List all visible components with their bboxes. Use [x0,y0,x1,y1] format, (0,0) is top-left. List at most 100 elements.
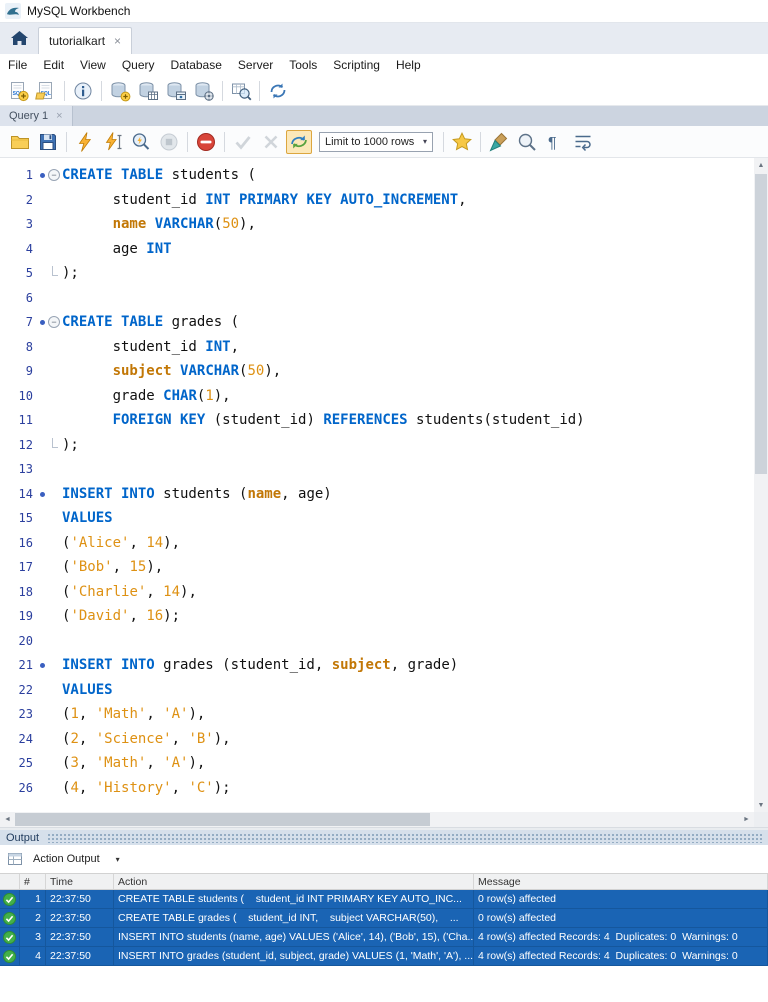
query-tab-close-icon[interactable]: × [56,110,62,122]
output-row[interactable]: 1 22:37:50 CREATE TABLE students ( student… [0,890,768,909]
code-line[interactable]: 12); [0,433,768,458]
menu-item-help[interactable]: Help [388,54,429,76]
code-line[interactable]: 2 student_id INT PRIMARY KEY AUTO_INCREM… [0,188,768,213]
code-line-text: age INT [62,240,172,257]
explain-button[interactable] [128,130,154,154]
stop-button[interactable] [156,130,182,154]
gutter-marker [36,384,62,409]
fold-collapse-icon[interactable]: − [48,316,60,328]
tab-label: tutorialkart [49,34,106,48]
chevron-down-icon: ▾ [422,137,427,146]
code-line[interactable]: 18 ('Charlie', 14), [0,580,768,605]
gutter-marker [36,531,62,556]
execute-current-button[interactable] [100,130,126,154]
code-line[interactable]: 17 ('Bob', 15), [0,555,768,580]
tab-close-icon[interactable]: × [114,34,121,48]
create-view-button[interactable] [162,78,190,104]
fold-collapse-icon[interactable]: − [48,169,60,181]
code-line[interactable]: 16 ('Alice', 14), [0,531,768,556]
limit-rows-dropdown[interactable]: Limit to 1000 rows ▾ [319,131,433,152]
new-query-tab-button[interactable]: SQL [4,78,32,104]
output-view-selector[interactable]: Action Output ▾ [29,851,124,867]
row-number-cell: 1 [20,890,46,908]
code-line-text: VALUES [62,510,113,527]
code-line[interactable]: 1 − CREATE TABLE students ( [0,163,768,188]
menu-item-server[interactable]: Server [230,54,281,76]
save-snippet-button[interactable] [449,130,475,154]
code-line[interactable]: 10 grade CHAR(1), [0,384,768,409]
rollback-button[interactable] [258,130,284,154]
code-line[interactable]: 25 (3, 'Math', 'A'), [0,751,768,776]
menu-item-database[interactable]: Database [163,54,230,76]
code-line[interactable]: 13 [0,457,768,482]
code-line-text: (4, 'History', 'C'); [62,779,231,796]
scroll-left-icon[interactable]: ◄ [0,812,15,827]
output-row[interactable]: 3 22:37:50 INSERT INTO students (name, age… [0,928,768,947]
open-script-button[interactable] [7,130,33,154]
create-table-button[interactable] [134,78,162,104]
inspector-button[interactable] [69,78,97,104]
search-table-data-button[interactable] [227,78,255,104]
menu-item-query[interactable]: Query [114,54,163,76]
output-row[interactable]: 2 22:37:50 CREATE TABLE grades ( student_i… [0,909,768,928]
sql-editor[interactable]: 1− CREATE TABLE students (2 student_id IN… [0,158,768,812]
menu-item-scripting[interactable]: Scripting [325,54,388,76]
horizontal-scroll-track[interactable] [15,812,739,827]
code-line[interactable]: 19 ('David', 16); [0,604,768,629]
row-action-cell: CREATE TABLE students ( student_id INT P… [114,890,474,908]
toggle-autocommit-button[interactable] [286,129,312,154]
code-line[interactable]: 6 [0,286,768,311]
code-line[interactable]: 5); [0,261,768,286]
save-script-button[interactable] [35,130,61,154]
code-line[interactable]: 23 (1, 'Math', 'A'), [0,702,768,727]
code-line[interactable]: 3 name VARCHAR(50), [0,212,768,237]
beautify-button[interactable] [486,130,512,154]
vertical-scroll-track[interactable] [754,172,768,798]
find-button[interactable] [514,130,540,154]
scroll-up-icon[interactable]: ▲ [754,158,768,172]
code-line[interactable]: 9 subject VARCHAR(50), [0,359,768,384]
menu-item-edit[interactable]: Edit [35,54,72,76]
code-line[interactable]: 15 VALUES [0,506,768,531]
create-routine-button[interactable] [190,78,218,104]
code-line[interactable]: 11 FOREIGN KEY (student_id) REFERENCES s… [0,408,768,433]
output-row[interactable]: 4 22:37:50 INSERT INTO grades (student_id,… [0,947,768,966]
menu-item-file[interactable]: File [0,54,35,76]
inspector-icon [72,80,94,102]
row-action-cell: INSERT INTO students (name, age) VALUES … [114,928,474,946]
tab-tutorialkart[interactable]: tutorialkart × [38,27,133,54]
code-line[interactable]: 8 student_id INT, [0,335,768,360]
invisible-chars-button[interactable]: ¶ [542,130,568,154]
create-schema-button[interactable] [106,78,134,104]
toggle-stop-on-error-button[interactable] [193,130,219,154]
code-line[interactable]: 7 − CREATE TABLE grades ( [0,310,768,335]
menu-item-tools[interactable]: Tools [281,54,325,76]
open-sql-script-button[interactable]: SQL [32,78,60,104]
code-line[interactable]: 21 INSERT INTO grades (student_id, subjec… [0,653,768,678]
horizontal-scroll-thumb[interactable] [15,813,430,826]
code-line[interactable]: 24 (2, 'Science', 'B'), [0,727,768,752]
code-line[interactable]: 20 [0,629,768,654]
execute-button[interactable] [72,130,98,154]
row-action-cell: CREATE TABLE grades ( student_id INT, su… [114,909,474,927]
commit-button[interactable] [230,130,256,154]
tab-query-1[interactable]: Query 1 × [0,106,73,126]
editor-vertical-scrollbar[interactable]: ▲ ▼ [754,158,768,812]
scroll-right-icon[interactable]: ► [739,812,754,827]
scrollbar-corner [754,812,768,827]
code-area[interactable]: 1− CREATE TABLE students (2 student_id IN… [0,158,768,800]
code-line[interactable]: 4 age INT [0,237,768,262]
editor-horizontal-scrollbar[interactable]: ◄ ► [0,812,768,827]
line-number: 13 [18,462,33,477]
reconnect-dbms-button[interactable] [264,78,292,104]
code-line[interactable]: 14 INSERT INTO students (name, age) [0,482,768,507]
code-line-text: subject VARCHAR(50), [112,363,282,380]
home-tab-button[interactable] [0,23,38,54]
scroll-down-icon[interactable]: ▼ [754,798,768,812]
wrap-text-button[interactable] [570,130,596,154]
vertical-scroll-thumb[interactable] [755,174,767,474]
menu-item-view[interactable]: View [72,54,114,76]
code-line[interactable]: 22 VALUES [0,678,768,703]
code-line[interactable]: 26 (4, 'History', 'C'); [0,776,768,801]
titlebar: MySQL Workbench [0,0,768,22]
